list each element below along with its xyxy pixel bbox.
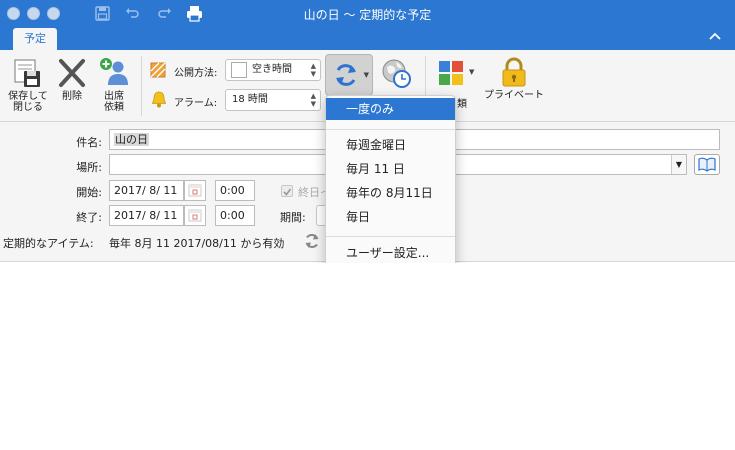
- start-time-input[interactable]: 0:00: [215, 180, 255, 201]
- chevron-up-icon[interactable]: [709, 29, 721, 43]
- start-label: 開始:: [76, 186, 102, 199]
- invite-label-1: 出席: [104, 91, 124, 102]
- start-calendar-button[interactable]: [184, 180, 206, 201]
- show-as-icon: [150, 62, 166, 81]
- calendar-icon: [188, 184, 202, 197]
- delete-x-icon: [57, 58, 87, 88]
- categorize-icon: [438, 60, 464, 89]
- dropdown-arrow-icon: ▼: [363, 71, 369, 79]
- window-title: 山の日 〜 定期的な予定: [303, 8, 432, 22]
- stepper-arrows-icon: ▲ ▼: [310, 62, 316, 78]
- stepper-arrows-icon: ▲ ▼: [310, 92, 316, 108]
- private-button[interactable]: プライベート: [482, 57, 546, 101]
- save-close-label-2: 閉じる: [13, 102, 43, 113]
- menu-separator: [326, 236, 455, 237]
- save-close-icon: [12, 58, 44, 88]
- invite-attendees-button[interactable]: 出席 依頼: [96, 56, 132, 113]
- reminder-value: 18 時間: [232, 94, 268, 105]
- delete-label: 削除: [62, 91, 82, 102]
- time-zone-icon[interactable]: [381, 58, 413, 93]
- menu-item-once[interactable]: 一度のみ: [326, 98, 455, 120]
- end-date-input[interactable]: 2017/ 8/ 11: [109, 205, 184, 226]
- recurrence-label: 定期的なアイテム:: [3, 237, 94, 250]
- show-as-label: 公開方法:: [174, 68, 218, 79]
- show-as-value: 空き時間: [252, 64, 292, 75]
- duration-label: 期間:: [280, 211, 306, 224]
- reminder-label: アラーム:: [174, 98, 218, 109]
- all-day-checkbox[interactable]: [281, 185, 293, 197]
- recurrence-button[interactable]: ▼: [325, 54, 373, 96]
- ribbon-separator: [141, 56, 142, 116]
- title-bar: 山の日 〜 定期的な予定 予定: [0, 0, 735, 50]
- subject-label: 件名:: [76, 136, 102, 149]
- checkmark-icon: [283, 188, 292, 196]
- address-book-icon[interactable]: [694, 154, 720, 175]
- end-date-value: 2017/ 8/ 11: [114, 209, 178, 222]
- menu-item-monthly[interactable]: 毎月 11 日: [326, 158, 455, 180]
- delete-button[interactable]: 削除: [54, 58, 90, 102]
- recurrence-menu: 一度のみ 毎週金曜日 毎月 11 日 毎年の 8月11日 毎日 ユーザー設定..…: [325, 95, 456, 269]
- menu-item-weekly[interactable]: 毎週金曜日: [326, 134, 455, 156]
- menu-item-custom[interactable]: ユーザー設定...: [326, 242, 455, 264]
- subject-value: 山の日: [114, 133, 149, 146]
- reminder-select[interactable]: 18 時間 ▲ ▼: [225, 89, 321, 111]
- lock-icon: [501, 57, 527, 87]
- menu-separator: [326, 129, 455, 130]
- recurrence-summary: 毎年 8月 11 2017/08/11 から有効: [109, 237, 285, 250]
- tab-appointment[interactable]: 予定: [13, 28, 57, 50]
- recurrence-small-icon[interactable]: [303, 232, 321, 253]
- chevron-down-icon[interactable]: ▼: [671, 155, 686, 174]
- categorize-label: 類: [457, 99, 467, 110]
- notes-area[interactable]: [0, 263, 735, 450]
- end-calendar-button[interactable]: [184, 205, 206, 226]
- end-time-input[interactable]: 0:00: [215, 205, 255, 226]
- recurrence-icon: [332, 61, 360, 92]
- save-and-close-button[interactable]: 保存して 閉じる: [6, 58, 50, 113]
- location-label: 場所:: [76, 161, 102, 174]
- free-status-swatch: [231, 62, 247, 78]
- bell-icon: [151, 91, 167, 111]
- menu-item-yearly[interactable]: 毎年の 8月11日: [326, 182, 455, 204]
- menu-item-daily[interactable]: 毎日: [326, 206, 455, 228]
- end-label: 終了:: [76, 211, 102, 224]
- private-label: プライベート: [484, 90, 544, 101]
- end-time-value: 0:00: [220, 209, 245, 222]
- dropdown-arrow-icon: ▼: [469, 68, 475, 76]
- show-as-select[interactable]: 空き時間 ▲ ▼: [225, 59, 321, 81]
- calendar-icon: [188, 209, 202, 222]
- start-time-value: 0:00: [220, 184, 245, 197]
- add-person-icon: [98, 56, 130, 88]
- start-date-input[interactable]: 2017/ 8/ 11: [109, 180, 184, 201]
- save-close-label-1: 保存して: [8, 91, 48, 102]
- invite-label-2: 依頼: [104, 102, 124, 113]
- start-date-value: 2017/ 8/ 11: [114, 184, 178, 197]
